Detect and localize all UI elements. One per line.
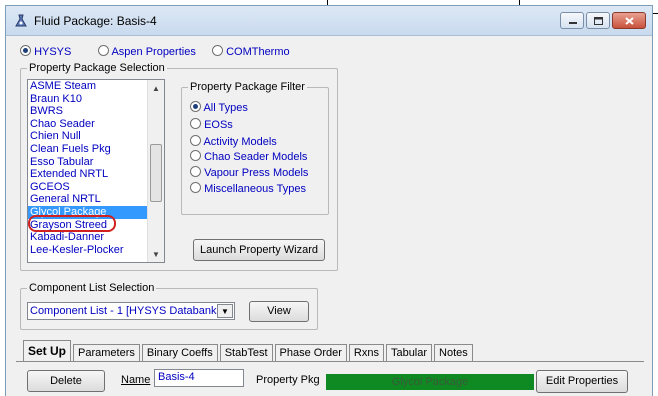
scroll-thumb[interactable]: [150, 144, 162, 202]
engine-radio-hysys[interactable]: HYSYS: [20, 45, 71, 58]
window-title: Fluid Package: Basis-4: [34, 14, 157, 28]
property-filter-group: Property Package Filter All Types EOSs A…: [181, 81, 329, 215]
fluid-package-window: Fluid Package: Basis-4 HYSYS Aspen Prope…: [5, 5, 653, 396]
list-item[interactable]: Extended NRTL: [28, 168, 164, 181]
property-package-group: Property Package Selection ASME Steam Br…: [20, 62, 338, 271]
group-label: Property Package Filter: [188, 81, 307, 93]
list-item[interactable]: BWRS: [28, 105, 164, 118]
minimize-icon: [569, 22, 577, 24]
list-item[interactable]: Chao Seader: [28, 118, 164, 131]
tab-phase-order[interactable]: Phase Order: [274, 344, 347, 361]
list-scrollbar[interactable]: ▲ ▼: [147, 80, 164, 262]
list-item[interactable]: Clean Fuels Pkg: [28, 143, 164, 156]
close-icon: [625, 17, 634, 25]
list-item[interactable]: Esso Tabular: [28, 156, 164, 169]
filter-chao-seader-models[interactable]: Chao Seader Models: [190, 150, 307, 163]
group-label: Component List Selection: [27, 282, 157, 294]
tab-strip: Set Up Parameters Binary Coeffs StabTest…: [23, 340, 475, 361]
radio-icon: [190, 135, 201, 146]
list-item[interactable]: GCEOS: [28, 181, 164, 194]
scroll-up-icon[interactable]: ▲: [152, 84, 160, 93]
radio-icon: [98, 45, 109, 56]
tab-tabular[interactable]: Tabular: [385, 344, 433, 361]
list-item[interactable]: Kabadi-Danner: [28, 231, 164, 244]
engine-radio-aspen[interactable]: Aspen Properties: [98, 45, 196, 58]
tab-set-up[interactable]: Set Up: [23, 340, 72, 361]
tab-binary-coeffs[interactable]: Binary Coeffs: [141, 344, 218, 361]
launch-property-wizard-button[interactable]: Launch Property Wizard: [193, 239, 325, 261]
radio-icon: [190, 166, 201, 177]
tab-stabtest[interactable]: StabTest: [219, 344, 273, 361]
radio-icon: [190, 101, 201, 112]
name-field[interactable]: Basis-4: [154, 369, 244, 387]
filter-activity-models[interactable]: Activity Models: [190, 135, 277, 148]
tab-strip-rule: [16, 361, 644, 362]
radio-icon: [190, 118, 201, 129]
component-list-group: Component List Selection Component List …: [20, 282, 318, 330]
name-label: Name: [121, 374, 151, 386]
maximize-icon: [594, 17, 603, 25]
minimize-button[interactable]: [560, 12, 584, 29]
list-item[interactable]: Braun K10: [28, 93, 164, 106]
filter-eoss[interactable]: EOSs: [190, 118, 233, 131]
property-pkg-label: Property Pkg: [256, 374, 320, 386]
filter-vapour-press-models[interactable]: Vapour Press Models: [190, 166, 308, 179]
list-item[interactable]: Chien Null: [28, 130, 164, 143]
scroll-down-icon[interactable]: ▼: [152, 250, 160, 259]
chevron-down-icon[interactable]: ▼: [217, 304, 233, 318]
property-pkg-status-bar: Glycol Package: [326, 374, 534, 390]
list-item[interactable]: General NRTL: [28, 193, 164, 206]
radio-icon: [212, 45, 223, 56]
engine-radio-comthermo[interactable]: COMThermo: [212, 45, 290, 58]
delete-button[interactable]: Delete: [27, 370, 105, 392]
tab-notes[interactable]: Notes: [434, 344, 473, 361]
list-item[interactable]: ASME Steam: [28, 80, 164, 93]
close-button[interactable]: [612, 12, 646, 29]
component-list-select[interactable]: Component List - 1 [HYSYS Databanks] ▼: [27, 302, 235, 320]
selection-highlight-ring: [28, 215, 116, 232]
property-package-list[interactable]: ASME Steam Braun K10 BWRS Chao Seader Ch…: [27, 79, 165, 263]
list-item[interactable]: Lee-Kesler-Plocker: [28, 244, 164, 257]
edit-properties-button[interactable]: Edit Properties: [536, 370, 628, 393]
flask-icon: [15, 14, 27, 27]
maximize-button[interactable]: [586, 12, 610, 29]
radio-icon: [190, 150, 201, 161]
title-bar[interactable]: Fluid Package: Basis-4: [6, 6, 652, 36]
tab-rxns[interactable]: Rxns: [348, 344, 384, 361]
tab-parameters[interactable]: Parameters: [73, 344, 140, 361]
group-label: Property Package Selection: [27, 62, 167, 74]
filter-all-types[interactable]: All Types: [190, 101, 248, 114]
view-button[interactable]: View: [249, 301, 309, 322]
radio-icon: [190, 182, 201, 193]
filter-miscellaneous-types[interactable]: Miscellaneous Types: [190, 182, 306, 195]
radio-icon: [20, 45, 31, 56]
